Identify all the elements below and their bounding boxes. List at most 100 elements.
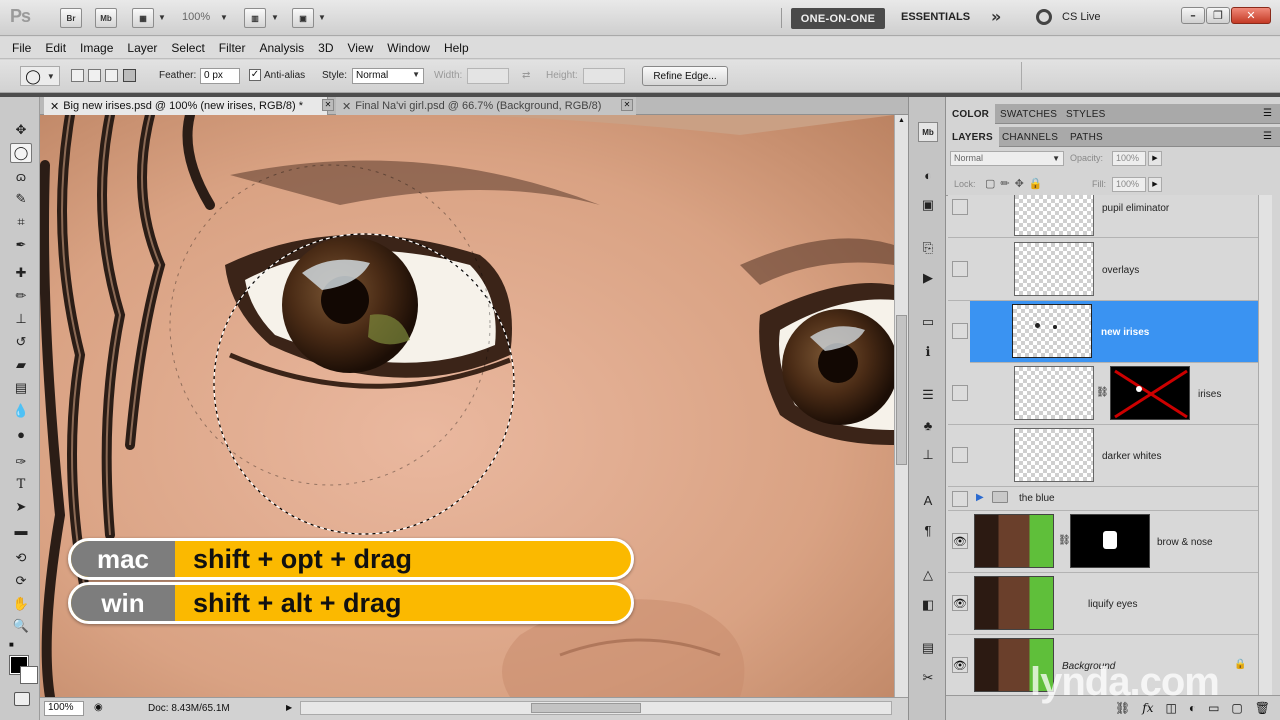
quick-mask-button[interactable]	[14, 692, 30, 706]
quick-selection-tool[interactable]: ✎	[10, 189, 32, 209]
link-icon[interactable]: ⛓	[1096, 387, 1109, 398]
menu-select[interactable]: Select	[171, 41, 204, 55]
visibility-toggle[interactable]	[952, 261, 968, 277]
feather-input[interactable]: 0 px	[200, 68, 240, 84]
path-selection-tool[interactable]: ➤	[10, 497, 32, 517]
opacity-input[interactable]: 100%	[1112, 151, 1146, 166]
menu-help[interactable]: Help	[444, 41, 469, 55]
pen-tool[interactable]: ✑	[10, 452, 32, 472]
blur-tool[interactable]: 💧	[10, 401, 32, 421]
brush-presets-icon[interactable]: ☰	[918, 385, 938, 405]
actions-icon[interactable]: ▶	[918, 268, 938, 288]
layer-mask-thumbnail[interactable]	[1070, 514, 1150, 568]
3d-panel-icon[interactable]: △	[918, 565, 938, 585]
brush-tool[interactable]: ✏	[10, 286, 32, 306]
elliptical-marquee-tool[interactable]: ◯	[10, 143, 32, 163]
character-icon[interactable]: A	[918, 490, 938, 510]
layer-new-irises[interactable]: new irises	[970, 301, 1258, 363]
delete-layer-icon[interactable]: 🗑	[1255, 701, 1270, 715]
masks-icon[interactable]: ◧	[918, 595, 938, 615]
eye-icon[interactable]: 👁	[952, 595, 968, 611]
opacity-slider-arrow[interactable]: ▶	[1148, 151, 1162, 166]
close-button[interactable]: ✕	[1231, 7, 1271, 24]
tab-channels[interactable]: CHANNELS	[996, 127, 1064, 147]
mini-bridge-button[interactable]: Mb	[95, 8, 117, 28]
visibility-toggle[interactable]	[952, 447, 968, 463]
3d-orbit-tool[interactable]: ⟳	[10, 571, 32, 591]
panel-menu-icon[interactable]: ☰	[1263, 131, 1272, 142]
subtract-from-selection-button[interactable]	[105, 69, 118, 82]
visibility-toggle[interactable]	[952, 385, 968, 401]
paragraph-icon[interactable]: ¶	[918, 520, 938, 540]
hand-tool[interactable]: ✋	[10, 594, 32, 614]
menu-3d[interactable]: 3D	[318, 41, 333, 55]
height-input[interactable]	[583, 68, 625, 84]
layer-group-the-blue[interactable]: ▶ the blue	[948, 487, 1258, 511]
layer-pupil-eliminator[interactable]: pupil eliminator	[948, 195, 1258, 238]
vertical-scrollbar[interactable]: ▲	[894, 115, 908, 697]
fill-input[interactable]: 100%	[1112, 177, 1146, 192]
dodge-tool[interactable]: ●	[10, 424, 32, 444]
view-extras-button[interactable]: ▦	[132, 8, 154, 28]
zoom-caret[interactable]: ▼	[220, 13, 228, 22]
status-menu-arrow[interactable]: ▶	[286, 703, 292, 712]
tab-color[interactable]: COLOR	[946, 104, 996, 124]
histogram-icon[interactable]: ▭	[918, 312, 938, 332]
visibility-toggle[interactable]	[952, 323, 968, 339]
arrange-documents-button[interactable]: ▥	[244, 8, 266, 28]
layers-scrollbar[interactable]	[1258, 195, 1272, 695]
scroll-up-icon[interactable]: ▲	[896, 117, 907, 127]
horizontal-scrollbar[interactable]	[300, 701, 892, 715]
bridge-button[interactable]: Br	[60, 8, 82, 28]
tab-layers[interactable]: LAYERS	[946, 127, 999, 147]
link-icon[interactable]: ⛓	[1058, 535, 1071, 546]
info-icon[interactable]: ℹ	[918, 342, 938, 362]
fill-slider-arrow[interactable]: ▶	[1148, 177, 1162, 192]
document-tab-big-new-irises[interactable]: ✕ Big new irises.psd @ 100% (new irises, …	[44, 97, 328, 115]
style-select[interactable]: Normal ▼	[352, 68, 424, 84]
screen-mode-caret[interactable]: ▼	[318, 13, 326, 22]
close-tab-icon[interactable]: ✕	[342, 100, 351, 113]
lasso-tool[interactable]: ɷ	[10, 166, 32, 186]
cs-live-label[interactable]: CS Live	[1062, 11, 1101, 23]
menu-window[interactable]: Window	[387, 41, 430, 55]
layer-overlays[interactable]: overlays	[948, 239, 1258, 301]
clone-stamp-tool[interactable]: ⊥	[10, 309, 32, 329]
maximize-button[interactable]: ❐	[1206, 7, 1230, 24]
intersect-selection-button[interactable]	[123, 69, 136, 82]
close-tab-icon[interactable]: ✕	[322, 99, 334, 111]
tool-preset-picker[interactable]: ◯ ▼	[20, 66, 60, 86]
width-input[interactable]	[467, 68, 509, 84]
document-tab-final-navi-girl[interactable]: ✕ Final Na'vi girl.psd @ 66.7% (Backgroun…	[336, 97, 636, 115]
workspace-one-on-one[interactable]: ONE-ON-ONE	[791, 8, 885, 29]
new-layer-icon[interactable]: ▢	[1231, 701, 1242, 715]
refine-edge-button[interactable]: Refine Edge...	[642, 66, 728, 86]
3d-rotate-tool[interactable]: ⟲	[10, 548, 32, 568]
rectangle-tool[interactable]: ▬	[10, 520, 32, 540]
new-selection-button[interactable]	[71, 69, 84, 82]
menu-file[interactable]: File	[12, 41, 31, 55]
close-tab-icon[interactable]: ✕	[621, 99, 633, 111]
color-wheel-icon[interactable]: ◐	[918, 165, 938, 185]
status-icon[interactable]: ◉	[94, 702, 103, 713]
expand-group-icon[interactable]: ▶	[976, 492, 984, 503]
zoom-tool[interactable]: 🔍	[10, 616, 32, 636]
gradient-tool[interactable]: ▤	[10, 378, 32, 398]
blend-mode-select[interactable]: Normal ▼	[950, 151, 1064, 166]
tab-styles[interactable]: STYLES	[1060, 104, 1112, 124]
add-to-selection-button[interactable]	[88, 69, 101, 82]
eye-icon[interactable]: 👁	[952, 533, 968, 549]
clone-source-icon[interactable]: ♣	[918, 415, 938, 435]
zoom-level[interactable]: 100%	[182, 11, 210, 23]
cs-live-icon[interactable]	[1036, 9, 1052, 25]
menu-edit[interactable]: Edit	[45, 41, 66, 55]
history-brush-tool[interactable]: ↺	[10, 332, 32, 352]
menu-image[interactable]: Image	[80, 41, 113, 55]
navigator-icon[interactable]: ▣	[918, 195, 938, 215]
history-icon[interactable]: ⎘	[918, 238, 938, 258]
crop-tool[interactable]: ⌗	[10, 212, 32, 232]
panel-menu-icon[interactable]: ☰	[1263, 108, 1272, 119]
visibility-toggle[interactable]	[952, 491, 968, 507]
menu-analysis[interactable]: Analysis	[259, 41, 304, 55]
notes-icon[interactable]: ▤	[918, 638, 938, 658]
